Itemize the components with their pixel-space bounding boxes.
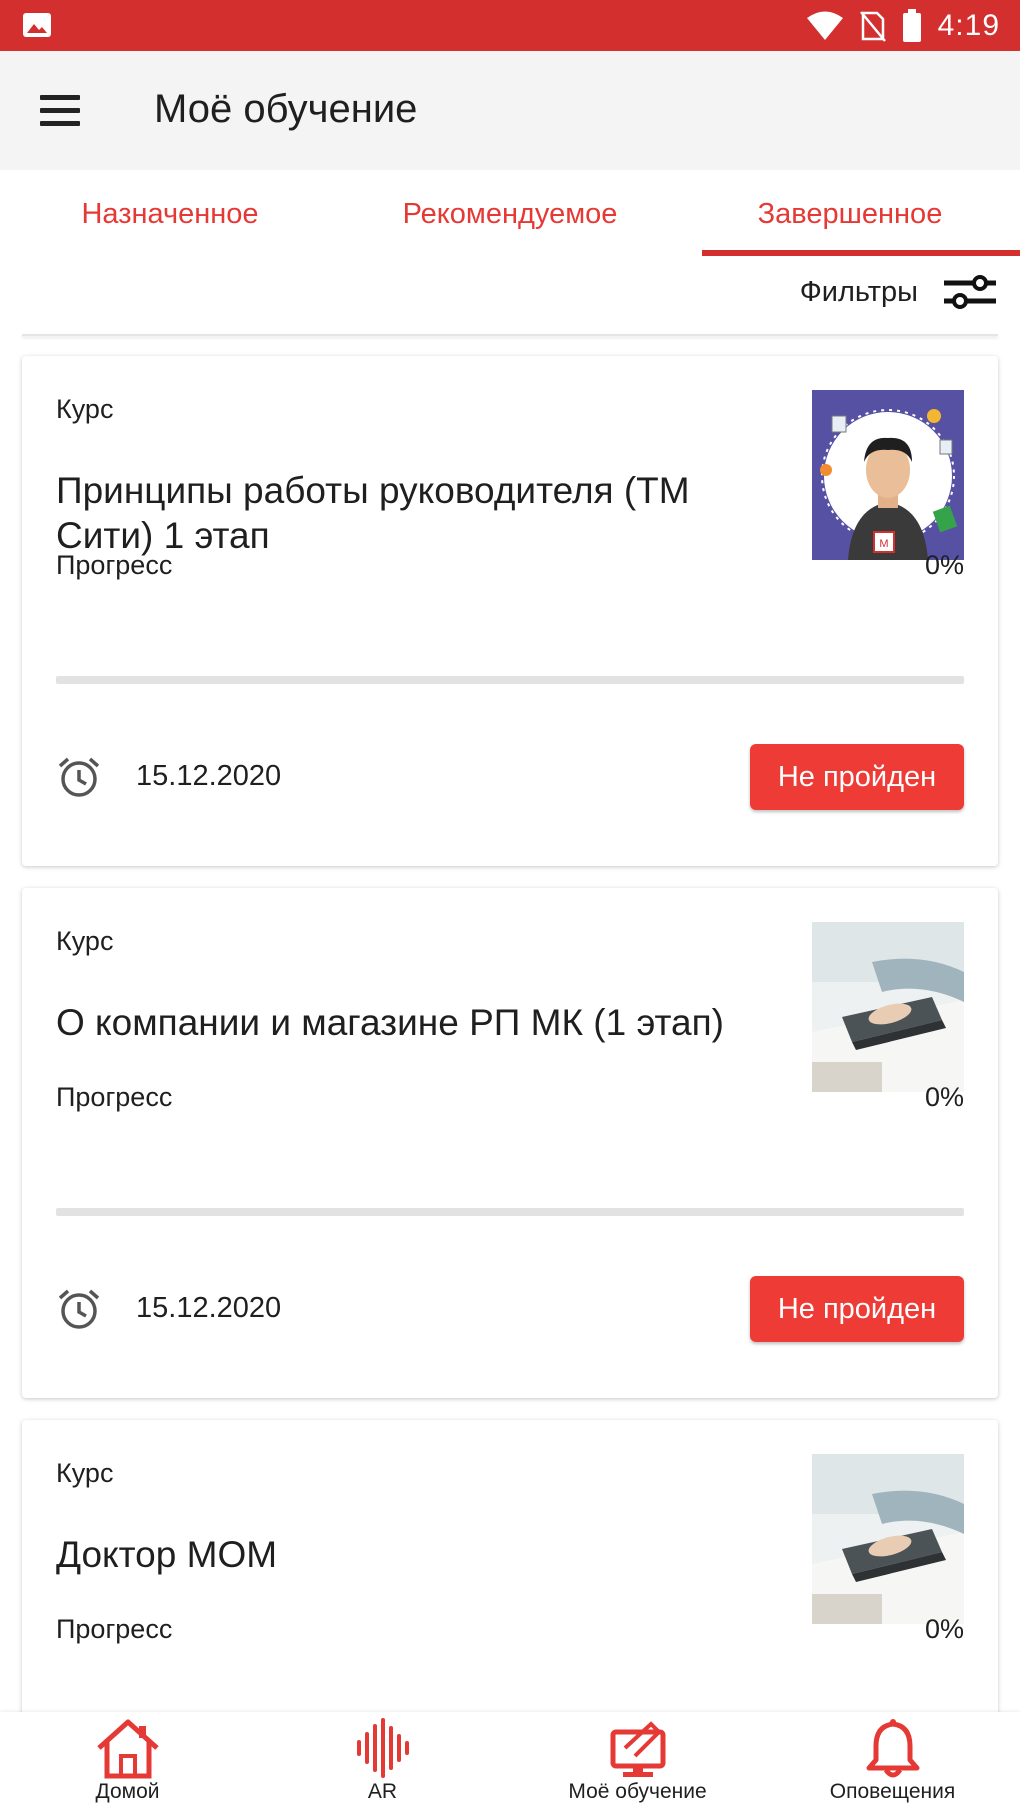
- progress-value: 0%: [924, 1082, 964, 1112]
- home-icon: [96, 1719, 159, 1779]
- course-type: Курс: [56, 926, 114, 956]
- nav-notifications[interactable]: Оповещения: [765, 1712, 1020, 1813]
- manager-avatar-thumbnail: М: [812, 390, 964, 560]
- page-title: Моё обучение: [154, 87, 418, 131]
- progress-bar: [56, 1208, 964, 1216]
- status-time: 4:19: [937, 8, 1000, 42]
- nav-label: AR: [367, 1780, 398, 1803]
- filters-label: Фильтры: [799, 275, 918, 308]
- nav-home[interactable]: Домой: [0, 1712, 255, 1813]
- progress-label: Прогресс: [56, 550, 173, 580]
- tab-recommended[interactable]: Рекомендуемое: [340, 170, 680, 256]
- app-bar: Моё обучение: [0, 51, 1020, 170]
- progress-value: 0%: [924, 550, 964, 580]
- status-bar: 4:19: [0, 0, 1020, 51]
- status-button[interactable]: Не пройден: [750, 1276, 964, 1342]
- status-button[interactable]: Не пройден: [750, 744, 964, 810]
- wifi-icon: [806, 11, 843, 40]
- course-title: Принципы работы руководителя (ТМ Сити) 1…: [56, 470, 690, 556]
- progress-bar: [56, 676, 964, 684]
- nav-label: Домой: [95, 1780, 160, 1803]
- svg-text:М: М: [879, 538, 888, 550]
- bottom-nav: Домой AR Моё обучение Оповещения: [0, 1712, 1020, 1813]
- ar-waveform-icon: [356, 1718, 409, 1778]
- course-title: Доктор МОМ: [56, 1534, 278, 1575]
- course-title: О компании и магазине РП МК (1 этап): [56, 1002, 724, 1043]
- nav-label: Моё обучение: [568, 1780, 707, 1803]
- nav-label: Оповещения: [829, 1780, 956, 1803]
- course-card[interactable]: Курс Доктор МОМ Прогресс 0%: [22, 1420, 998, 1740]
- tune-icon: [944, 275, 996, 309]
- alarm-clock-icon: [58, 757, 100, 797]
- tab-completed[interactable]: Завершенное: [680, 170, 1020, 256]
- learning-icon: [610, 1721, 665, 1777]
- tab-bar: Назначенное Рекомендуемое Завершенное: [0, 170, 1020, 256]
- course-date: 15.12.2020: [136, 1292, 282, 1324]
- alarm-clock-icon: [58, 1289, 100, 1329]
- progress-label: Прогресс: [56, 1082, 173, 1112]
- no-sim-icon: [859, 10, 886, 42]
- course-card[interactable]: Курс Принципы работы руководителя (ТМ Си…: [22, 356, 998, 866]
- course-date: 15.12.2020: [136, 760, 282, 792]
- filters-divider: [22, 334, 998, 336]
- course-type: Курс: [56, 1458, 114, 1488]
- progress-value: 0%: [924, 1614, 964, 1644]
- battery-icon: [902, 8, 921, 42]
- filters-button[interactable]: Фильтры: [800, 272, 998, 312]
- menu-icon[interactable]: [40, 95, 80, 127]
- nav-ar[interactable]: AR: [255, 1712, 510, 1813]
- office-work-thumbnail: [812, 1454, 964, 1624]
- tab-assigned[interactable]: Назначенное: [0, 170, 340, 256]
- image-icon: [23, 13, 51, 37]
- course-card[interactable]: Курс О компании и магазине РП МК (1 этап…: [22, 888, 998, 1398]
- nav-my-learning[interactable]: Моё обучение: [510, 1712, 765, 1813]
- office-work-thumbnail: [812, 922, 964, 1092]
- bell-icon: [866, 1719, 919, 1778]
- progress-label: Прогресс: [56, 1614, 173, 1644]
- course-type: Курс: [56, 394, 114, 424]
